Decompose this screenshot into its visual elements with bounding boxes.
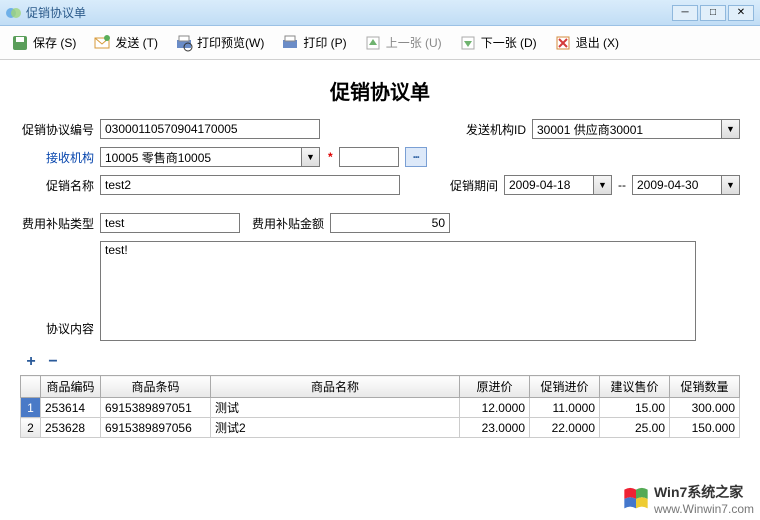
print-button[interactable]: 打印 (P) (280, 33, 346, 53)
content-label: 协议内容 (20, 320, 94, 337)
cell-qty[interactable]: 300.000 (670, 398, 740, 418)
cell-ppromo[interactable]: 11.0000 (530, 398, 600, 418)
col-barcode[interactable]: 商品条码 (101, 376, 211, 398)
prev-button[interactable]: 上一张 (U) (363, 33, 442, 53)
subsidy-type-label: 费用补贴类型 (20, 215, 94, 232)
cell-name[interactable]: 测试 (211, 398, 460, 418)
col-ppromo[interactable]: 促销进价 (530, 376, 600, 398)
prev-label: 上一张 (U) (386, 34, 442, 51)
cell-psugg[interactable]: 25.00 (600, 418, 670, 438)
send-icon (92, 33, 112, 53)
cell-qty[interactable]: 150.000 (670, 418, 740, 438)
agree-no-input[interactable] (100, 119, 320, 139)
cell-pin[interactable]: 12.0000 (460, 398, 530, 418)
period-label: 促销期间 (444, 177, 498, 194)
maximize-button[interactable]: □ (700, 5, 726, 21)
minimize-button[interactable]: ─ (672, 5, 698, 21)
cell-barcode[interactable]: 6915389897051 (101, 398, 211, 418)
agree-no-label: 促销协议编号 (20, 121, 94, 138)
cell-barcode[interactable]: 6915389897056 (101, 418, 211, 438)
titlebar: 促销协议单 ─ □ ✕ (0, 0, 760, 26)
window-title: 促销协议单 (26, 4, 672, 21)
print-icon (280, 33, 300, 53)
cell-code[interactable]: 253614 (41, 398, 101, 418)
save-icon (10, 33, 30, 53)
send-button[interactable]: 发送 (T) (92, 33, 158, 53)
send-org-dropdown[interactable]: ▼ (722, 119, 740, 139)
recv-org-input[interactable] (100, 147, 302, 167)
col-name[interactable]: 商品名称 (211, 376, 460, 398)
required-mark: * (328, 150, 333, 164)
subsidy-type-input[interactable] (100, 213, 240, 233)
table-row[interactable]: 12536146915389897051测试12.000011.000015.0… (21, 398, 740, 418)
watermark: Win7系统之家 www.Winwin7.com (622, 482, 754, 516)
table-row[interactable]: 22536286915389897056测试223.000022.000025.… (21, 418, 740, 438)
row-header[interactable]: 2 (21, 418, 41, 438)
print-preview-icon (174, 33, 194, 53)
cell-code[interactable]: 253628 (41, 418, 101, 438)
col-psugg[interactable]: 建议售价 (600, 376, 670, 398)
watermark-url: www.Winwin7.com (654, 502, 754, 516)
date-to-dropdown[interactable]: ▼ (722, 175, 740, 195)
close-button[interactable]: ✕ (728, 5, 754, 21)
date-from-dropdown[interactable]: ▼ (594, 175, 612, 195)
app-icon (6, 5, 22, 21)
cell-ppromo[interactable]: 22.0000 (530, 418, 600, 438)
row-header[interactable]: 1 (21, 398, 41, 418)
col-qty[interactable]: 促销数量 (670, 376, 740, 398)
recv-extra-input[interactable] (339, 147, 399, 167)
windows-logo-icon (622, 485, 650, 513)
cell-name[interactable]: 测试2 (211, 418, 460, 438)
subsidy-amt-input[interactable] (330, 213, 450, 233)
date-from-input[interactable] (504, 175, 594, 195)
cell-pin[interactable]: 23.0000 (460, 418, 530, 438)
save-button[interactable]: 保存 (S) (10, 33, 76, 53)
cell-psugg[interactable]: 15.00 (600, 398, 670, 418)
content-textarea[interactable] (100, 241, 696, 341)
add-row-button[interactable]: + (24, 353, 38, 371)
remove-row-button[interactable]: − (46, 353, 60, 371)
print-label: 打印 (P) (303, 34, 346, 51)
arrow-down-icon (458, 33, 478, 53)
name-input[interactable] (100, 175, 400, 195)
name-label: 促销名称 (20, 177, 94, 194)
toolbar: 保存 (S) 发送 (T) 打印预览(W) 打印 (P) 上一张 (U) 下一张… (0, 26, 760, 60)
save-label: 保存 (S) (33, 34, 76, 51)
date-to-input[interactable] (632, 175, 722, 195)
grid-corner (21, 376, 41, 398)
product-grid[interactable]: 商品编码 商品条码 商品名称 原进价 促销进价 建议售价 促销数量 125361… (20, 375, 740, 438)
arrow-up-icon (363, 33, 383, 53)
send-org-input[interactable] (532, 119, 722, 139)
send-org-label: 发送机构ID (456, 121, 526, 138)
period-dash: -- (618, 178, 626, 192)
lookup-button[interactable]: ··· (405, 147, 427, 167)
exit-button[interactable]: 退出 (X) (553, 33, 619, 53)
watermark-text-zh: Win7系统之家 (654, 482, 754, 502)
subsidy-amt-label: 费用补贴金额 (246, 215, 324, 232)
print-preview-label: 打印预览(W) (197, 34, 264, 51)
col-code[interactable]: 商品编码 (41, 376, 101, 398)
recv-org-dropdown[interactable]: ▼ (302, 147, 320, 167)
next-label: 下一张 (D) (481, 34, 537, 51)
recv-org-label: 接收机构 (20, 149, 94, 166)
grid-toolbar: + − (20, 349, 740, 375)
exit-icon (553, 33, 573, 53)
print-preview-button[interactable]: 打印预览(W) (174, 33, 264, 53)
page-title: 促销协议单 (20, 76, 740, 105)
send-label: 发送 (T) (115, 34, 158, 51)
next-button[interactable]: 下一张 (D) (458, 33, 537, 53)
col-pin[interactable]: 原进价 (460, 376, 530, 398)
exit-label: 退出 (X) (576, 34, 619, 51)
